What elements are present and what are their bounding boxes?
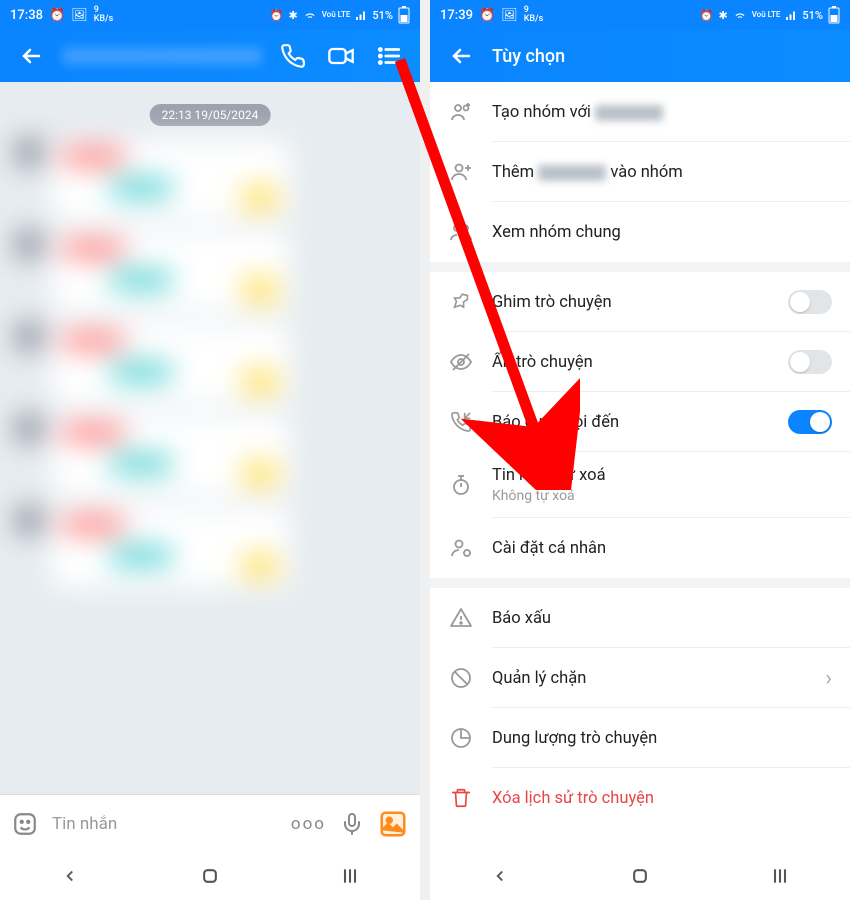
option-hide-chat[interactable]: Ẩn trò chuyện [430, 332, 850, 392]
battery-icon [398, 6, 410, 24]
option-incoming-call[interactable]: Báo cuộc gọi đến [430, 392, 850, 452]
toggle-hide[interactable] [788, 350, 832, 374]
nav-back[interactable] [487, 863, 513, 889]
voice-call-button[interactable] [276, 39, 310, 73]
wifi-icon [303, 8, 317, 22]
image-icon: 🖼 [71, 8, 88, 23]
eye-off-icon [448, 349, 474, 375]
wifi-icon [733, 8, 747, 22]
date-pill: 22:13 19/05/2024 [150, 104, 271, 126]
status-bar: 17:38 ⏰ 🖼 9KB/s ⏰ ✱ Voû LTE 51% [0, 0, 420, 30]
mic-icon[interactable] [340, 812, 364, 836]
option-common-groups[interactable]: Xem nhóm chung [430, 202, 850, 262]
nav-recent[interactable] [767, 863, 793, 889]
alarm-icon: ⏰ [479, 8, 495, 23]
option-create-group[interactable]: Tạo nhóm với [430, 82, 850, 142]
image-picker-icon[interactable] [378, 809, 408, 839]
person-add-icon [448, 159, 474, 185]
nav-home[interactable] [627, 863, 653, 889]
alarm-icon: ⏰ [49, 8, 65, 23]
status-time: 17:38 [10, 8, 43, 23]
toggle-call[interactable] [788, 410, 832, 434]
nav-back[interactable] [57, 863, 83, 889]
pie-chart-icon [448, 725, 474, 751]
alarm-icon: ⏰ [700, 9, 714, 22]
back-button[interactable] [444, 39, 478, 73]
chat-contact-name [62, 47, 262, 65]
video-call-button[interactable] [324, 39, 358, 73]
chat-header [0, 30, 420, 82]
options-header: Tùy chọn [430, 30, 850, 82]
bluetooth-icon: ✱ [288, 9, 297, 22]
group-add-icon [448, 99, 474, 125]
group-icon [448, 219, 474, 245]
android-nav-bar [0, 852, 420, 900]
chat-body: 22:13 19/05/2024 [0, 82, 420, 794]
battery-label: 51% [802, 9, 823, 22]
option-block-manage[interactable]: Quản lý chặn › [430, 648, 850, 708]
option-storage[interactable]: Dung lượng trò chuyện [430, 708, 850, 768]
status-bar: 17:39 ⏰ 🖼 9KB/s ⏰ ✱ Voû LTE 51% [430, 0, 850, 30]
back-button[interactable] [14, 39, 48, 73]
blurred-contact-name [538, 165, 606, 181]
nav-home[interactable] [197, 863, 223, 889]
composer-bar: Tin nhắn ooo [0, 794, 420, 852]
network-label: Voû LTE [752, 12, 781, 18]
block-icon [448, 665, 474, 691]
nav-recent[interactable] [337, 863, 363, 889]
warning-icon [448, 605, 474, 631]
option-personal-settings[interactable]: Cài đặt cá nhân [430, 518, 850, 578]
more-icon[interactable]: ooo [291, 814, 326, 834]
message-input[interactable]: Tin nhắn [52, 814, 277, 834]
blurred-contact-name [595, 105, 663, 121]
option-self-destruct[interactable]: Tin nhắn tự xoá Không tự xoá [430, 452, 850, 518]
phone-right-options: 17:39 ⏰ 🖼 9KB/s ⏰ ✱ Voû LTE 51% Tùy chọn… [430, 0, 850, 900]
battery-label: 51% [372, 9, 393, 22]
signal-icon [785, 9, 797, 21]
timer-icon [448, 472, 474, 498]
android-nav-bar [430, 852, 850, 900]
option-report[interactable]: Báo xấu [430, 588, 850, 648]
sticker-icon[interactable] [12, 811, 38, 837]
battery-icon [828, 6, 840, 24]
menu-button[interactable] [372, 39, 406, 73]
phone-left-chat: 17:38 ⏰ 🖼 9KB/s ⏰ ✱ Voû LTE 51% [0, 0, 420, 900]
phone-incoming-icon [448, 409, 474, 435]
trash-icon [448, 785, 474, 811]
option-delete-history[interactable]: Xóa lịch sử trò chuyện [430, 768, 850, 828]
network-label: Voû LTE [322, 12, 351, 18]
alarm-icon: ⏰ [270, 9, 284, 22]
option-add-to-group[interactable]: Thêm vào nhóm [430, 142, 850, 202]
toggle-pin[interactable] [788, 290, 832, 314]
status-time: 17:39 [440, 8, 473, 23]
bluetooth-icon: ✱ [718, 9, 727, 22]
image-icon: 🖼 [501, 8, 518, 23]
blurred-messages [5, 132, 415, 784]
page-title: Tùy chọn [492, 46, 836, 67]
signal-icon [355, 9, 367, 21]
options-list: Tạo nhóm với Thêm vào nhóm Xem nhóm chun… [430, 82, 850, 852]
person-settings-icon [448, 535, 474, 561]
pin-icon [448, 289, 474, 315]
option-pin-chat[interactable]: Ghim trò chuyện [430, 272, 850, 332]
chevron-right-icon: › [825, 666, 832, 691]
